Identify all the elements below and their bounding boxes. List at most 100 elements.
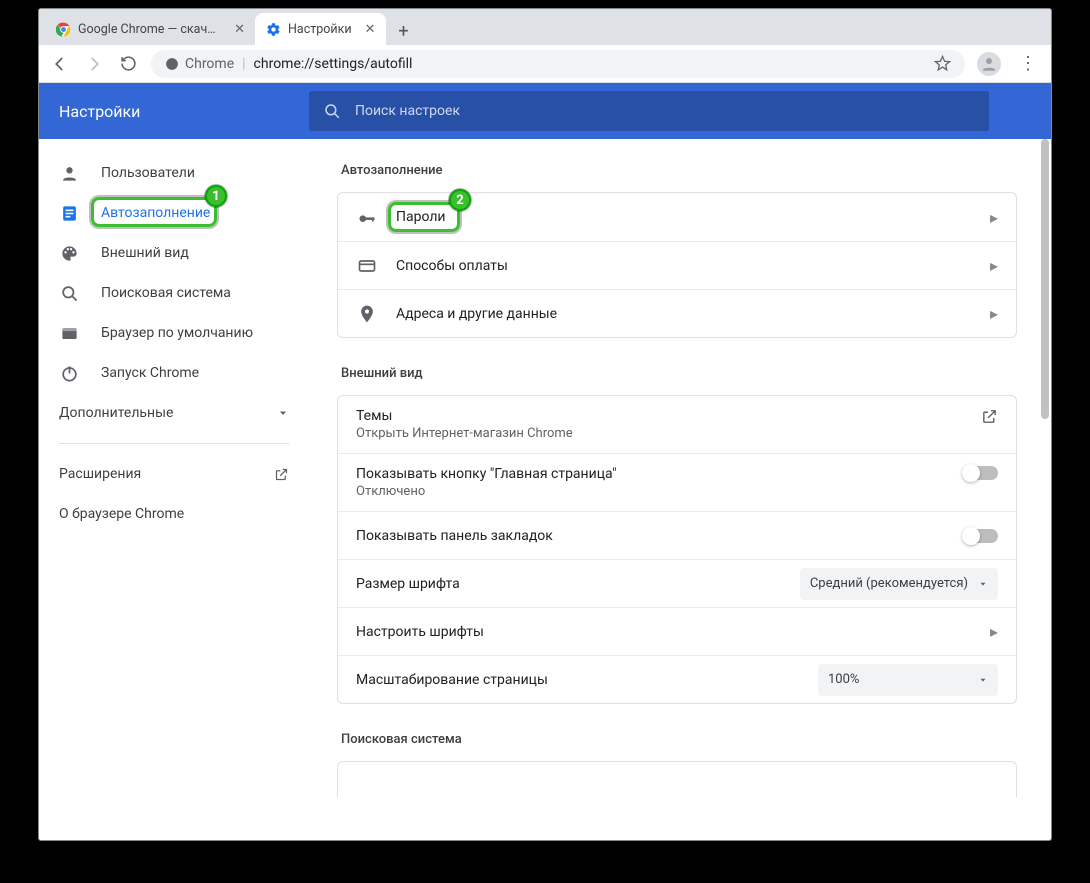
tab-title: Настройки — [288, 22, 352, 37]
sidebar-item-autofill[interactable]: Автозаполнение 1 — [39, 193, 309, 233]
sidebar-item-label: Запуск Chrome — [101, 365, 199, 381]
sidebar-item-default-browser[interactable]: Браузер по умолчанию — [39, 313, 309, 353]
chrome-scheme-icon — [165, 57, 179, 71]
settings-search-input[interactable] — [355, 103, 975, 119]
sidebar-item-appearance[interactable]: Внешний вид — [39, 233, 309, 273]
power-icon — [59, 363, 79, 383]
settings-header: Настройки — [39, 83, 1051, 139]
row-label: Пароли — [396, 209, 972, 225]
tab-settings[interactable]: Настройки ✕ — [255, 13, 386, 45]
settings-sidebar: Пользователи Автозаполнение 1 Внешний ви… — [39, 139, 309, 840]
settings-page: Настройки Пользователи Автозаполнение — [39, 83, 1051, 840]
person-icon — [59, 163, 79, 183]
row-addresses[interactable]: Адреса и другие данные ▸ — [338, 289, 1016, 337]
row-passwords[interactable]: Пароли ▸ 2 — [338, 193, 1016, 241]
row-label: Темы — [356, 408, 963, 424]
callout-2-badge: 2 — [449, 189, 471, 211]
appearance-card: Темы Открыть Интернет-магазин Chrome Пок… — [337, 395, 1017, 704]
page-title: Настройки — [59, 102, 309, 121]
chevron-right-icon: ▸ — [990, 622, 998, 641]
forward-button[interactable] — [83, 53, 105, 75]
sidebar-item-label: Браузер по умолчанию — [101, 325, 253, 341]
sidebar-item-label: Автозаполнение — [101, 205, 210, 221]
sidebar-item-on-startup[interactable]: Запуск Chrome — [39, 353, 309, 393]
credit-card-icon — [356, 255, 378, 277]
section-heading-search: Поисковая система — [341, 732, 1017, 747]
row-label: Адреса и другие данные — [396, 306, 972, 322]
row-label: Размер шрифта — [356, 576, 782, 592]
section-heading-appearance: Внешний вид — [341, 366, 1017, 381]
sidebar-item-label: Пользователи — [101, 165, 195, 181]
row-home-button[interactable]: Показывать кнопку "Главная страница" Отк… — [338, 453, 1016, 511]
row-themes[interactable]: Темы Открыть Интернет-магазин Chrome — [338, 396, 1016, 453]
row-label: Настроить шрифты — [356, 624, 972, 640]
toggle-home-button[interactable] — [964, 466, 998, 480]
sidebar-item-label: Дополнительные — [59, 405, 173, 421]
tab-title: Google Chrome — скачать бесп — [78, 22, 221, 37]
external-link-icon — [274, 467, 289, 482]
tab-chrome-download[interactable]: Google Chrome — скачать бесп ✕ — [45, 13, 255, 45]
row-label: Способы оплаты — [396, 258, 972, 274]
sidebar-item-label: Расширения — [59, 466, 141, 482]
autofill-card: Пароли ▸ 2 Способы оплаты ▸ Адреса и дру… — [337, 192, 1017, 338]
settings-content: Автозаполнение Пароли ▸ 2 Способы оплаты… — [309, 139, 1051, 840]
chrome-menu-button[interactable]: ⋮ — [1015, 53, 1041, 74]
sidebar-item-label: Внешний вид — [101, 245, 189, 261]
toolbar: Chrome | chrome://settings/autofill ⋮ — [39, 45, 1051, 83]
sidebar-item-extensions[interactable]: Расширения — [39, 454, 309, 494]
dropdown-value: Средний (рекомендуется) — [810, 576, 968, 591]
bookmark-star-icon[interactable] — [934, 55, 951, 72]
row-bookmarks-bar[interactable]: Показывать панель закладок — [338, 511, 1016, 559]
search-icon — [323, 102, 341, 120]
chevron-down-icon — [978, 579, 988, 589]
dropdown-value: 100% — [828, 672, 859, 687]
toggle-bookmarks-bar[interactable] — [964, 529, 998, 543]
tab-close-icon[interactable]: ✕ — [365, 22, 376, 37]
profile-avatar-button[interactable] — [977, 52, 1001, 76]
sidebar-item-search-engine[interactable]: Поисковая система — [39, 273, 309, 313]
row-label: Показывать кнопку "Главная страница" — [356, 466, 946, 482]
row-sublabel: Отключено — [356, 484, 946, 499]
row-page-zoom[interactable]: Масштабирование страницы 100% — [338, 655, 1016, 703]
sidebar-item-people[interactable]: Пользователи — [39, 153, 309, 193]
search-icon — [59, 283, 79, 303]
settings-gear-icon — [265, 21, 281, 37]
sidebar-item-about[interactable]: О браузере Chrome — [39, 494, 309, 534]
chrome-icon — [55, 21, 71, 37]
font-size-dropdown[interactable]: Средний (рекомендуется) — [800, 568, 998, 600]
back-button[interactable] — [49, 53, 71, 75]
settings-search[interactable] — [309, 91, 989, 131]
search-engine-card — [337, 761, 1017, 797]
row-label: Показывать панель закладок — [356, 528, 946, 544]
row-sublabel: Открыть Интернет-магазин Chrome — [356, 426, 963, 441]
address-bar[interactable]: Chrome | chrome://settings/autofill — [151, 50, 965, 78]
section-heading-autofill: Автозаполнение — [341, 163, 1017, 178]
url-path: chrome://settings/autofill — [254, 56, 413, 72]
scrollbar-thumb[interactable] — [1041, 139, 1049, 419]
chevron-down-icon — [978, 675, 988, 685]
new-tab-button[interactable]: + — [390, 17, 418, 45]
page-scrollbar[interactable] — [1039, 83, 1051, 840]
reload-button[interactable] — [117, 53, 139, 75]
tab-close-icon[interactable]: ✕ — [234, 22, 245, 37]
callout-1-badge: 1 — [205, 185, 227, 207]
sidebar-item-label: О браузере Chrome — [59, 506, 184, 522]
autofill-icon — [59, 203, 79, 223]
key-icon — [356, 206, 378, 228]
sidebar-item-advanced[interactable]: Дополнительные — [39, 393, 309, 433]
page-zoom-dropdown[interactable]: 100% — [818, 664, 998, 696]
chevron-right-icon: ▸ — [990, 208, 998, 227]
chevron-right-icon: ▸ — [990, 304, 998, 323]
sidebar-item-label: Поисковая система — [101, 285, 231, 301]
browser-icon — [59, 323, 79, 343]
chevron-right-icon: ▸ — [990, 256, 998, 275]
sidebar-separator — [59, 443, 289, 444]
location-icon — [356, 303, 378, 325]
row-label: Масштабирование страницы — [356, 672, 800, 688]
row-customize-fonts[interactable]: Настроить шрифты ▸ — [338, 607, 1016, 655]
row-payment-methods[interactable]: Способы оплаты ▸ — [338, 241, 1016, 289]
palette-icon — [59, 243, 79, 263]
chevron-down-icon — [277, 407, 289, 419]
row-font-size[interactable]: Размер шрифта Средний (рекомендуется) — [338, 559, 1016, 607]
tab-strip: Google Chrome — скачать бесп ✕ Настройки… — [39, 9, 1051, 45]
